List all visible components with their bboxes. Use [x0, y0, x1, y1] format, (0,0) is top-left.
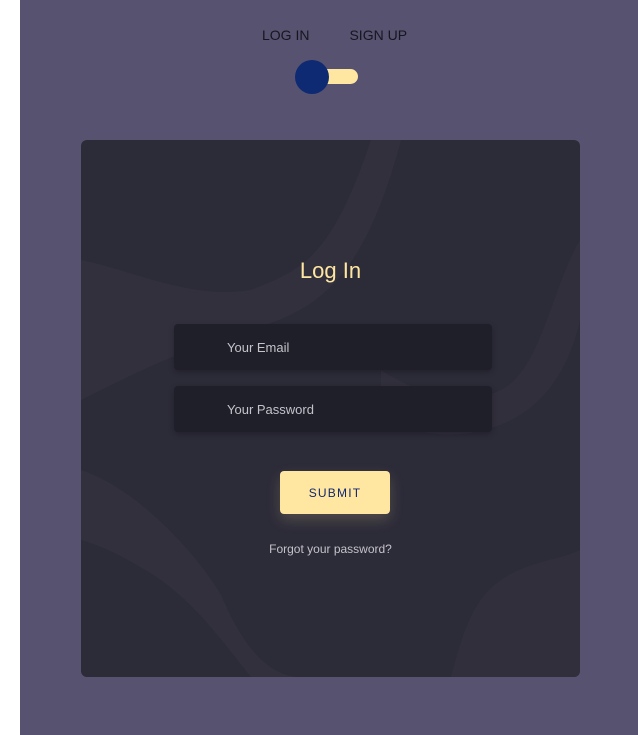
password-field[interactable] [174, 386, 492, 432]
login-title: Log In [299, 258, 362, 283]
login-card: Log In SUBMIT Forgot your password? [81, 140, 580, 677]
wave-shape-bottom-right [451, 550, 580, 677]
email-field[interactable] [174, 324, 492, 370]
page-background: LOG IN SIGN UP Log In SUBMIT Forgot your… [20, 0, 638, 735]
toggle-knob[interactable] [295, 60, 329, 94]
login-mode-label[interactable]: LOG IN [262, 27, 309, 43]
auth-mode-labels: LOG IN SIGN UP [262, 27, 407, 43]
forgot-password-link[interactable]: Forgot your password? [81, 542, 580, 556]
signup-mode-label[interactable]: SIGN UP [349, 27, 407, 43]
submit-button[interactable]: SUBMIT [280, 471, 390, 514]
wave-shape-bottom-left [81, 470, 301, 677]
auth-mode-toggle[interactable] [295, 60, 358, 94]
